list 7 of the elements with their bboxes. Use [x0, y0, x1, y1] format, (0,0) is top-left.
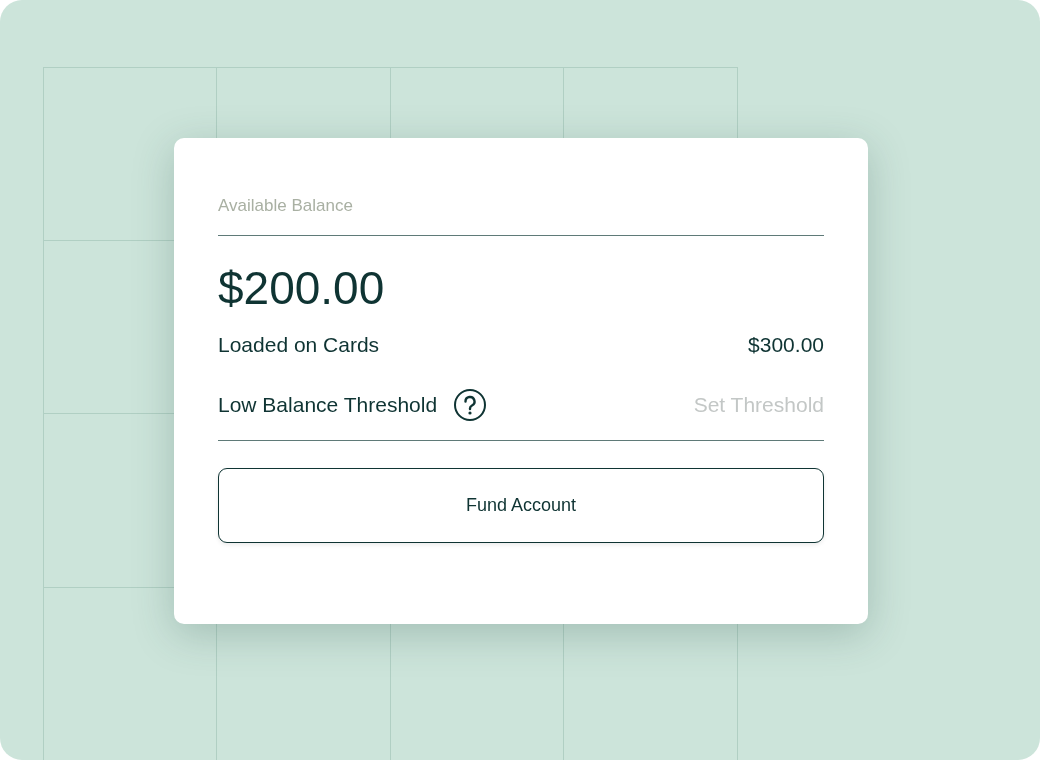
row-value: $300.00 [748, 332, 824, 359]
help-icon[interactable] [453, 388, 488, 422]
balance-amount: $200.00 [218, 261, 386, 316]
card-heading: Available Balance [218, 195, 354, 217]
fund-account-button[interactable]: Fund Account [218, 468, 824, 543]
row-label: Low Balance Threshold [218, 392, 438, 419]
row-label: Loaded on Cards [218, 332, 380, 359]
